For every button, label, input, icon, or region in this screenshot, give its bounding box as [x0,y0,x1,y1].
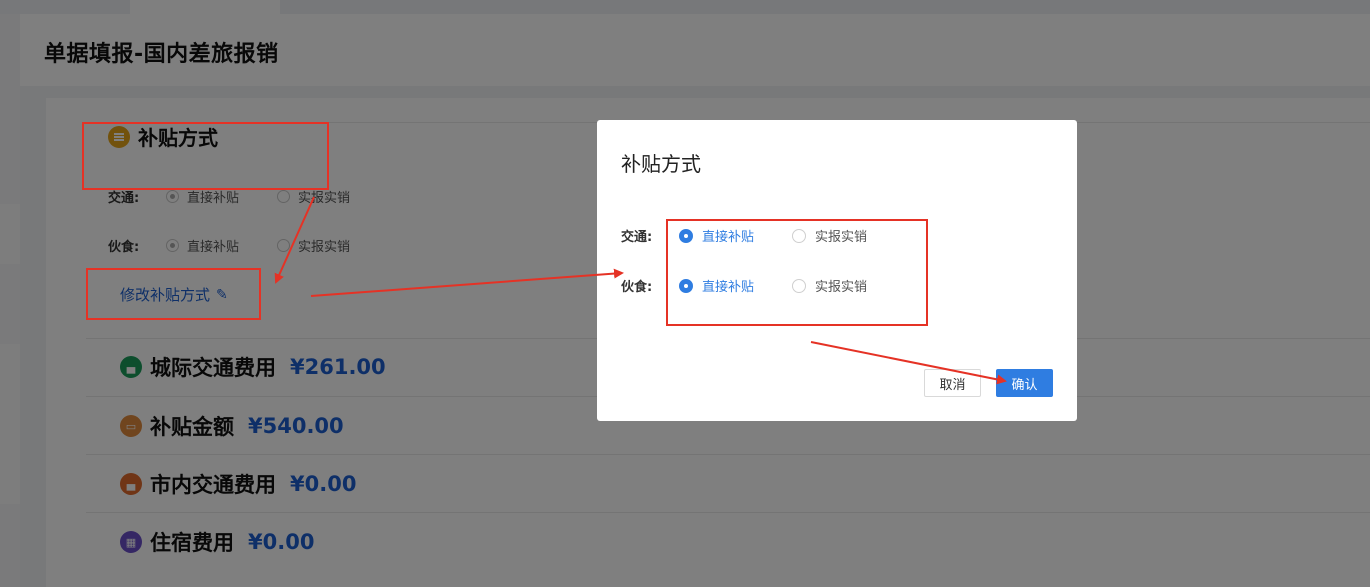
annotation-box-section-title [82,122,329,190]
modal-title: 补贴方式 [621,152,701,176]
annotation-box-modal-options [666,219,928,326]
annotation-box-edit-link [86,268,261,320]
confirm-button[interactable]: 确认 [996,369,1053,397]
cancel-button[interactable]: 取消 [924,369,981,397]
